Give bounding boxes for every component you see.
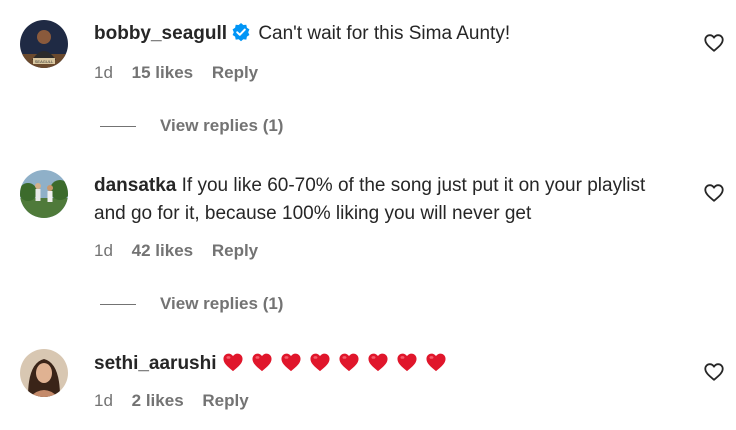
comment-item: SEAGULL bobby_seagull Can't wait for thi… — [0, 0, 736, 150]
divider-line — [100, 126, 136, 128]
view-replies-label: View replies (1) — [160, 294, 284, 313]
avatar[interactable] — [20, 349, 68, 397]
divider-line — [100, 304, 136, 306]
reply-button[interactable]: Reply — [212, 63, 258, 82]
likes-count[interactable]: 42 likes — [132, 241, 193, 260]
avatar-caption: SEAGULL — [35, 59, 54, 64]
comment-body: sethi_aarushi — [94, 350, 666, 378]
red-heart-emoji-icon — [338, 352, 360, 372]
red-heart-emoji-icon — [251, 352, 273, 372]
username-link[interactable]: bobby_seagull — [94, 23, 227, 44]
comment-body: dansatka If you like 60-70% of the song … — [94, 172, 666, 228]
likes-count[interactable]: 2 likes — [132, 391, 184, 410]
verified-badge-icon — [231, 22, 251, 51]
timestamp: 1d — [94, 241, 113, 260]
view-replies-button[interactable]: View replies (1) — [100, 116, 283, 136]
view-replies-button[interactable]: View replies (1) — [100, 294, 283, 314]
avatar[interactable]: SEAGULL — [20, 20, 68, 68]
like-heart-icon[interactable] — [703, 182, 725, 204]
red-heart-emoji-icon — [396, 352, 418, 372]
view-replies-label: View replies (1) — [160, 116, 284, 135]
like-heart-icon[interactable] — [703, 32, 725, 54]
comment-item: sethi_aarushi 1d 2 likes Reply — [0, 330, 736, 430]
timestamp: 1d — [94, 391, 113, 410]
red-heart-emoji-icon — [367, 352, 389, 372]
comment-meta: 1d 42 likes Reply — [94, 241, 272, 261]
reply-button[interactable]: Reply — [202, 391, 248, 410]
username-link[interactable]: dansatka — [94, 175, 176, 196]
reply-button[interactable]: Reply — [212, 241, 258, 260]
emoji-row — [222, 353, 454, 374]
comment-meta: 1d 2 likes Reply — [94, 391, 263, 411]
timestamp: 1d — [94, 63, 113, 82]
likes-count[interactable]: 15 likes — [132, 63, 193, 82]
red-heart-emoji-icon — [280, 352, 302, 372]
red-heart-emoji-icon — [309, 352, 331, 372]
comment-text: If you like 60-70% of the song just put … — [94, 175, 646, 224]
like-heart-icon[interactable] — [703, 361, 725, 383]
comment-body: bobby_seagull Can't wait for this Sima A… — [94, 20, 666, 51]
avatar[interactable] — [20, 170, 68, 218]
comment-item: dansatka If you like 60-70% of the song … — [0, 150, 736, 330]
username-link[interactable]: sethi_aarushi — [94, 353, 217, 374]
comment-text: Can't wait for this Sima Aunty! — [258, 23, 511, 44]
red-heart-emoji-icon — [425, 352, 447, 372]
red-heart-emoji-icon — [222, 352, 244, 372]
comment-meta: 1d 15 likes Reply — [94, 63, 272, 83]
